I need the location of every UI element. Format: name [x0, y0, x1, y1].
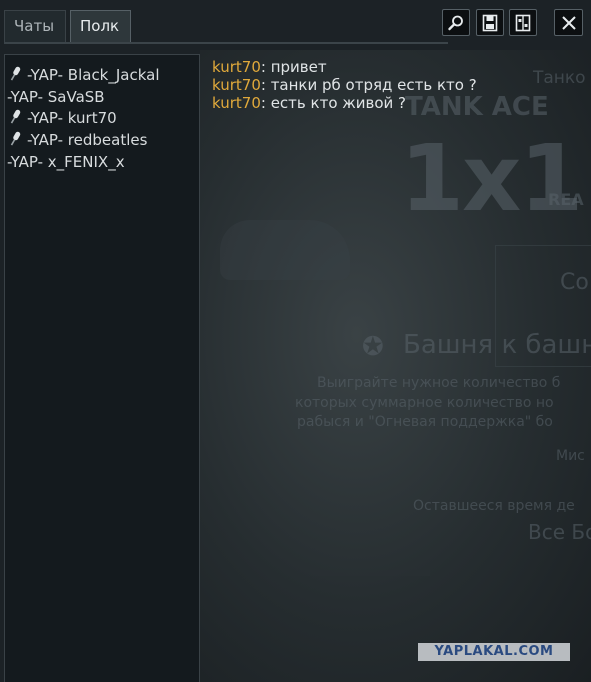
background-tank — [220, 220, 350, 280]
message-text: : танки рб отряд есть кто ? — [260, 76, 477, 94]
chat-message: kurt70: привет — [212, 58, 477, 76]
member-list[interactable]: -YAP- Black_Jackal -YAP- SaVaSB -YAP- ku… — [4, 54, 200, 682]
member-name: -YAP- x_FENIX_x — [7, 153, 125, 171]
close-icon — [561, 15, 576, 30]
background-co-text: Со — [560, 270, 589, 295]
tab-underline — [4, 42, 448, 44]
member-name: -YAP- Black_Jackal — [27, 66, 160, 84]
background-tanko-text: Танко — [533, 68, 586, 88]
background-line-2: которых суммарное количество но — [295, 395, 554, 411]
close-button[interactable] — [554, 9, 583, 36]
tab-regiment[interactable]: Полк — [70, 10, 131, 43]
microphone-icon — [10, 109, 21, 124]
message-author[interactable]: kurt70 — [212, 58, 261, 76]
microphone-icon — [10, 66, 21, 81]
background-game-art: Танко TANK ACE 1x1 REA Со ✪ Башня к башн… — [200, 50, 591, 682]
message-author[interactable]: kurt70 — [212, 94, 261, 112]
message-text: : привет — [260, 58, 327, 76]
background-line-5: Оставшееся время де — [413, 498, 575, 514]
star-icon: ✪ — [362, 332, 384, 362]
member-item[interactable]: -YAP- x_FENIX_x — [7, 152, 125, 172]
member-item[interactable]: -YAP- kurt70 — [7, 108, 117, 128]
chat-message: kurt70: есть кто живой ? — [212, 94, 477, 112]
background-line-4: Мис — [556, 448, 585, 464]
settings-icon — [515, 14, 531, 31]
chat-header: Чаты Полк — [0, 0, 591, 46]
member-name: -YAP- SaVaSB — [7, 88, 105, 106]
background-bashnya-text: Башня к башне — [403, 330, 591, 360]
member-item[interactable]: -YAP- SaVaSB — [7, 87, 105, 107]
background-rea-text: REA — [548, 190, 584, 209]
chat-message: kurt70: танки рб отряд есть кто ? — [212, 76, 477, 94]
message-author[interactable]: kurt70 — [212, 76, 261, 94]
search-icon — [448, 15, 463, 30]
tab-chats[interactable]: Чаты — [4, 10, 66, 43]
microphone-icon — [10, 131, 21, 146]
background-1x1-text: 1x1 — [400, 125, 583, 232]
member-name: -YAP- redbeatles — [27, 131, 148, 149]
save-icon — [482, 14, 498, 31]
member-name: -YAP- kurt70 — [27, 109, 117, 127]
background-line-6: Все Бо — [528, 520, 591, 544]
message-text: : есть кто живой ? — [260, 94, 407, 112]
member-item[interactable]: -YAP- Black_Jackal — [7, 65, 160, 85]
search-button[interactable] — [442, 9, 470, 36]
chat-messages: kurt70: привет kurt70: танки рб отряд ес… — [212, 58, 477, 112]
background-line-1: Выиграйте нужное количество б — [317, 375, 561, 391]
background-bench — [310, 570, 430, 636]
save-button[interactable] — [476, 9, 504, 36]
settings-button[interactable] — [509, 9, 537, 36]
site-watermark: YAPLAKAL.COM — [418, 643, 570, 661]
member-item[interactable]: -YAP- redbeatles — [7, 130, 147, 150]
background-line-3: рабыся и "Огневая поддержка" бо — [297, 414, 553, 430]
